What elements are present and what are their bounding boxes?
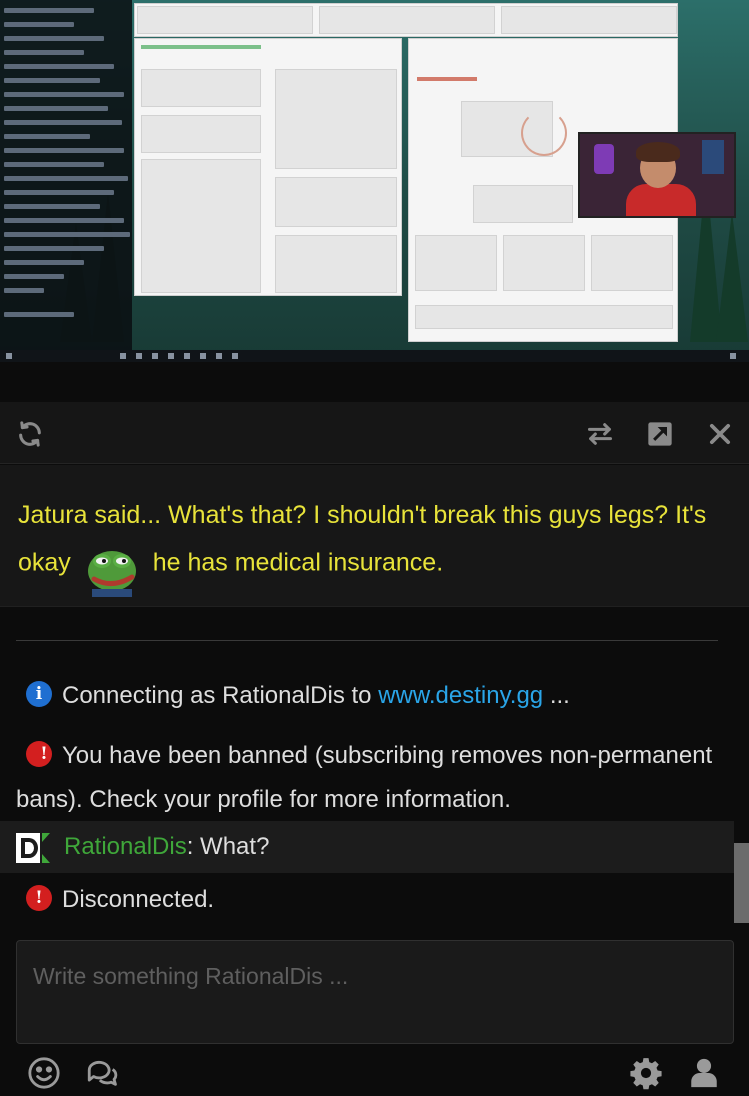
- chat-panel: Jatura said... What's that? I shouldn't …: [0, 362, 749, 1096]
- banned-message-text: You have been banned (subscribing remove…: [16, 742, 713, 813]
- desktop-taskbar: [0, 350, 749, 362]
- close-icon[interactable]: [704, 418, 736, 450]
- user-chat-message: RationalDis: What?: [0, 821, 734, 873]
- streamer-webcam: [578, 132, 736, 218]
- tree-decoration: [716, 212, 748, 342]
- pinned-message-text: Jatura said... What's that? I shouldn't …: [18, 495, 708, 597]
- pinned-message: Jatura said... What's that? I shouldn't …: [0, 465, 749, 607]
- scrollbar-thumb[interactable]: [734, 843, 749, 923]
- swap-icon[interactable]: [584, 418, 616, 450]
- destiny-d-flair-icon: [16, 830, 50, 863]
- info-message-text: Connecting as RationalDis to: [62, 682, 372, 709]
- error-icon: !: [26, 740, 52, 767]
- popout-icon[interactable]: [644, 418, 676, 450]
- destiny-link[interactable]: www.destiny.gg: [378, 682, 543, 709]
- info-message: i Connecting as RationalDis to www.destin…: [26, 680, 749, 710]
- settings-gear-icon[interactable]: [628, 1055, 664, 1091]
- username[interactable]: RationalDis: [64, 833, 187, 860]
- info-message-suffix: ...: [549, 682, 570, 709]
- game-panel-left: [134, 38, 402, 296]
- user-message-text: What?: [193, 833, 270, 860]
- stream-overlay-chat: [0, 0, 132, 350]
- stream-video: [0, 0, 749, 362]
- whispers-icon[interactable]: [84, 1055, 120, 1091]
- info-icon: i: [26, 680, 52, 707]
- error-message-disconnected: ! Disconnected.: [26, 884, 749, 914]
- pepe-frog-emote-icon: [84, 539, 140, 597]
- divider: [16, 640, 718, 641]
- chat-toolbar: [0, 402, 749, 464]
- refresh-icon[interactable]: [14, 418, 46, 450]
- user-list-icon[interactable]: [686, 1055, 722, 1091]
- emote-smiley-icon[interactable]: [26, 1055, 62, 1091]
- loading-spinner-icon: [521, 110, 567, 156]
- disconnected-text: Disconnected.: [62, 886, 215, 913]
- error-message-banned: ! You have been banned (subscribing remov…: [16, 734, 716, 822]
- error-icon: !: [26, 884, 52, 911]
- chat-input[interactable]: [16, 940, 734, 1044]
- pinned-text-after: he has medical insurance.: [152, 548, 444, 577]
- game-header-window: [134, 3, 678, 37]
